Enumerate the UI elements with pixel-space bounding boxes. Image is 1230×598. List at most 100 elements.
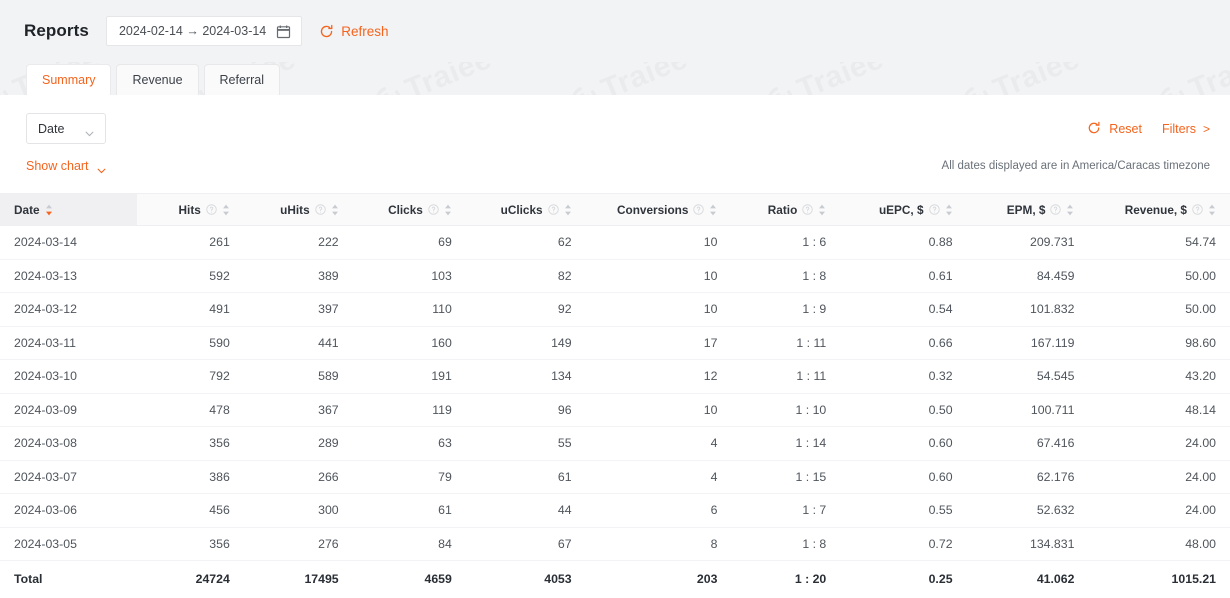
- show-chart-toggle[interactable]: Show chart: [26, 159, 106, 174]
- cell-date: 2024-03-10: [0, 359, 138, 394]
- cell-uepc: 0.60: [840, 460, 967, 494]
- sort-icon[interactable]: [1066, 204, 1074, 216]
- cell-hits: 592: [137, 259, 244, 293]
- help-icon[interactable]: [428, 204, 439, 215]
- cell-conv: 4: [585, 460, 732, 494]
- cell-ratio: 1 : 8: [731, 259, 841, 293]
- help-icon[interactable]: [802, 204, 814, 215]
- table-row: 2024-03-08 356 289 63 55 4 1 : 14 0.60 67.416 24.…: [0, 426, 1230, 461]
- report-panel: Date Show chart Reset Filters > All date…: [0, 95, 1230, 598]
- cell-ratio: 1 : 9: [731, 292, 841, 327]
- cell-date: 2024-03-13: [0, 259, 138, 293]
- cell-date: 2024-03-08: [0, 426, 138, 461]
- cell-clicks: 63: [352, 426, 466, 461]
- column-label-uepc: uEPC, $: [878, 202, 924, 217]
- cell-hits: 491: [137, 292, 244, 327]
- cell-date: 2024-03-09: [0, 393, 138, 427]
- column-header-uepc[interactable]: uEPC, $: [840, 193, 967, 226]
- column-header-epm[interactable]: EPM, $: [966, 193, 1089, 226]
- sort-icon[interactable]: [564, 204, 572, 216]
- column-header-clicks[interactable]: Clicks: [352, 193, 466, 226]
- sort-icon[interactable]: [818, 204, 826, 216]
- refresh-icon: [319, 24, 334, 39]
- table-total-row: Total 24724 17495 4659 4053 203 1 : 20 0.25 41.0…: [0, 560, 1230, 597]
- help-icon[interactable]: [1050, 204, 1062, 215]
- cell-epm: 52.632: [966, 493, 1089, 528]
- help-icon[interactable]: [547, 204, 559, 215]
- sort-icon[interactable]: [1208, 204, 1216, 216]
- sort-icon[interactable]: [331, 204, 339, 216]
- sort-icon[interactable]: [222, 204, 230, 216]
- column-label-ratio: Ratio: [767, 202, 798, 217]
- group-by-select[interactable]: Date: [26, 113, 106, 144]
- cell-revenue: 24.00: [1088, 426, 1230, 461]
- sort-icon[interactable]: [709, 204, 717, 216]
- cell-hits: 478: [137, 393, 244, 427]
- help-icon[interactable]: [928, 204, 940, 215]
- column-header-revenue[interactable]: Revenue, $: [1088, 193, 1230, 226]
- top-bar: Reports 2024-02-14 → 2024-03-14 Refresh: [0, 0, 1230, 62]
- column-header-date[interactable]: Date: [0, 193, 138, 226]
- cell-epm: 84.459: [966, 259, 1089, 293]
- cell-hits: 590: [137, 326, 244, 360]
- cell-conv: 17: [585, 326, 732, 360]
- cell-revenue: 48.00: [1088, 527, 1230, 561]
- cell-ratio: 1 : 14: [731, 426, 841, 461]
- column-header-hits[interactable]: Hits: [137, 193, 244, 226]
- help-icon[interactable]: [206, 204, 217, 215]
- cell-clicks: 4659: [352, 560, 466, 597]
- reset-button[interactable]: Reset: [1087, 121, 1142, 136]
- date-range-picker[interactable]: 2024-02-14 → 2024-03-14: [105, 16, 303, 46]
- column-header-uhits[interactable]: uHits: [243, 193, 353, 226]
- table-header-row: Date Hits uHits Clicks uClicks Conversio…: [0, 193, 1230, 226]
- cell-uhits: 300: [243, 493, 353, 528]
- cell-uclicks: 96: [465, 393, 586, 427]
- filters-label: Filters: [1161, 121, 1196, 136]
- help-icon[interactable]: [314, 204, 326, 215]
- cell-uhits: 589: [243, 359, 353, 394]
- cell-uhits: 367: [243, 393, 353, 427]
- cell-uclicks: 149: [465, 326, 586, 360]
- cell-uhits: 441: [243, 326, 353, 360]
- column-header-uclicks[interactable]: uClicks: [465, 193, 586, 226]
- cell-epm: 209.731: [966, 225, 1089, 260]
- cell-revenue: 24.00: [1088, 460, 1230, 494]
- cell-uepc: 0.55: [840, 493, 967, 528]
- cell-ratio: 1 : 11: [731, 326, 841, 360]
- cell-clicks: 160: [352, 326, 466, 360]
- cell-epm: 67.416: [966, 426, 1089, 461]
- cell-conv: 6: [585, 493, 732, 528]
- cell-revenue: 98.60: [1088, 326, 1230, 360]
- report-table: Date Hits uHits Clicks uClicks Conversio…: [0, 193, 1230, 597]
- cell-uhits: 389: [243, 259, 353, 293]
- cell-clicks: 69: [352, 225, 466, 260]
- column-header-ratio[interactable]: Ratio: [731, 193, 841, 226]
- sort-icon[interactable]: [945, 204, 953, 216]
- cell-uclicks: 62: [465, 225, 586, 260]
- sort-icon[interactable]: [444, 204, 452, 216]
- cell-revenue: 54.74: [1088, 225, 1230, 260]
- cell-conv: 4: [585, 426, 732, 461]
- cell-epm: 100.711: [966, 393, 1089, 427]
- cell-clicks: 61: [352, 493, 466, 528]
- tab-summary[interactable]: Summary: [26, 64, 112, 95]
- cell-clicks: 119: [352, 393, 466, 427]
- date-range-value: 2024-02-14 → 2024-03-14: [118, 24, 267, 38]
- tab-referral[interactable]: Referral: [203, 64, 280, 95]
- table-row: 2024-03-06 456 300 61 44 6 1 : 7 0.55 52.632 24.0…: [0, 493, 1230, 528]
- cell-conv: 12: [585, 359, 732, 394]
- cell-uclicks: 61: [465, 460, 586, 494]
- calendar-icon: [276, 24, 291, 39]
- filters-button[interactable]: Filters >: [1162, 122, 1210, 136]
- help-icon[interactable]: [1192, 204, 1203, 215]
- cell-hits: 24724: [137, 560, 244, 597]
- cell-clicks: 191: [352, 359, 466, 394]
- column-header-conversions[interactable]: Conversions: [585, 193, 732, 226]
- cell-date: Total: [0, 560, 138, 597]
- cell-date: 2024-03-05: [0, 527, 138, 561]
- help-icon[interactable]: [693, 204, 705, 215]
- tab-revenue[interactable]: Revenue: [116, 64, 199, 95]
- table-row: 2024-03-05 356 276 84 67 8 1 : 8 0.72 134.831 48.…: [0, 527, 1230, 561]
- refresh-button[interactable]: Refresh: [319, 24, 389, 39]
- cell-conv: 8: [585, 527, 732, 561]
